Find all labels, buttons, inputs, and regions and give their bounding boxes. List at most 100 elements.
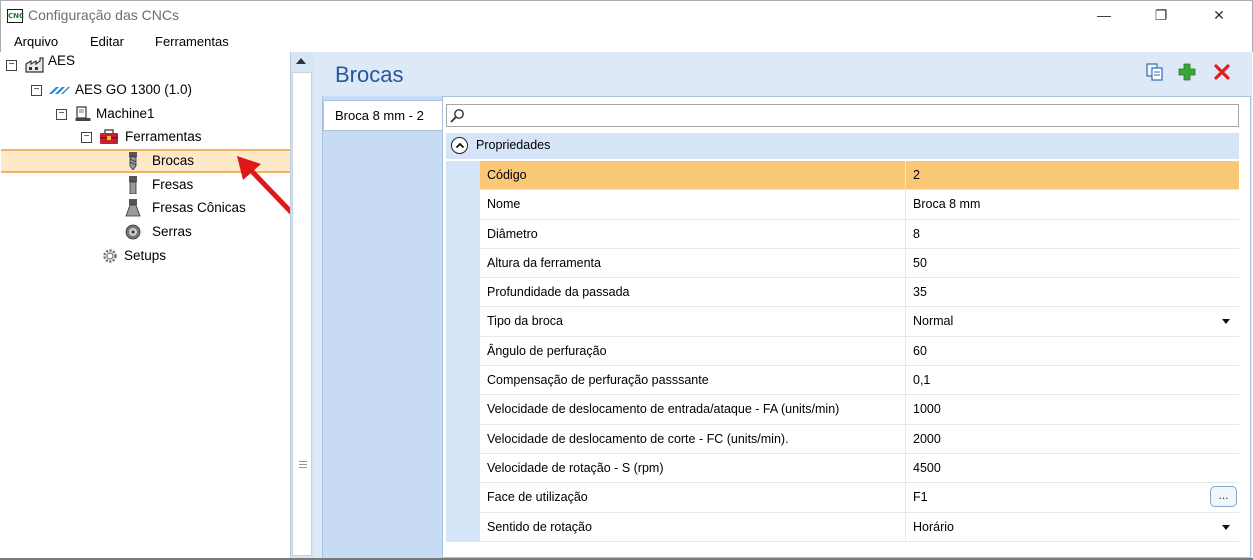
tree-item-aes-go-1300[interactable]: − AES GO 1300 (1.0) — [31, 79, 231, 101]
add-icon[interactable] — [1178, 63, 1196, 81]
window-title: Configuração das CNCs — [28, 7, 179, 23]
scroll-up-icon[interactable] — [296, 58, 306, 64]
properties-panel: Brocas Broca 8 mm - 2 Propriedades Códig… — [314, 52, 1252, 558]
property-name: Profundidade da passada — [480, 278, 906, 308]
property-value[interactable]: 2000 — [906, 425, 1239, 454]
factory-icon — [25, 57, 44, 73]
tab-strip: Broca 8 mm - 2 — [322, 96, 445, 558]
tree-item-ferramentas[interactable]: − Ferramentas — [81, 126, 231, 148]
tree-scrollbar[interactable] — [290, 52, 314, 558]
close-button[interactable]: ✕ — [1196, 1, 1242, 32]
search-input[interactable] — [446, 104, 1239, 127]
machine-icon — [75, 106, 91, 121]
tree-item-machine1[interactable]: − Machine1 — [56, 103, 206, 125]
collapse-toggle-icon[interactable]: − — [81, 132, 92, 143]
tree-item-brocas[interactable]: Brocas — [125, 150, 245, 172]
property-row-profundidade[interactable]: Profundidade da passada 35 — [446, 278, 1239, 308]
property-row-codigo[interactable]: Código 2 — [446, 161, 1239, 191]
property-value-dropdown[interactable]: Normal — [906, 307, 1239, 337]
menu-arquivo[interactable]: Arquivo — [14, 34, 58, 49]
property-row-angulo[interactable]: Ângulo de perfuração 60 — [446, 336, 1239, 367]
property-row-sentido[interactable]: Sentido de rotação Horário — [446, 512, 1239, 542]
property-value[interactable]: 8 — [906, 220, 1239, 249]
row-gutter — [446, 395, 480, 425]
category-propriedades[interactable]: Propriedades — [446, 133, 1239, 159]
row-gutter — [446, 512, 480, 542]
toolbox-icon — [100, 129, 118, 144]
property-value[interactable]: 35 — [906, 278, 1239, 308]
menu-bar: Arquivo Editar Ferramentas — [0, 32, 1253, 52]
collapse-toggle-icon[interactable]: − — [6, 60, 17, 71]
panel-title: Brocas — [335, 62, 404, 87]
minimize-button[interactable]: — — [1081, 1, 1127, 32]
tree-item-aes[interactable]: − AES — [6, 53, 126, 76]
property-row-altura[interactable]: Altura da ferramenta 50 — [446, 248, 1239, 279]
row-gutter — [446, 424, 480, 454]
property-name: Velocidade de deslocamento de corte - FC… — [480, 424, 906, 454]
row-gutter — [446, 190, 480, 220]
property-value[interactable]: Broca 8 mm — [906, 190, 1239, 220]
property-row-velocidade-fc[interactable]: Velocidade de deslocamento de corte - FC… — [446, 424, 1239, 454]
property-row-compensacao[interactable]: Compensação de perfuração passsante 0,1 — [446, 366, 1239, 396]
property-value-editor[interactable]: F1 ... — [906, 483, 1239, 513]
tree-item-setups[interactable]: Setups — [101, 245, 221, 267]
property-value[interactable]: 0,1 — [906, 366, 1239, 396]
dropdown-arrow-icon[interactable] — [1222, 524, 1230, 530]
scroll-thumb[interactable] — [292, 72, 312, 556]
property-value: F1 — [913, 490, 928, 505]
tree-item-serras[interactable]: Serras — [125, 221, 245, 243]
tree-item-fresas[interactable]: Fresas — [125, 174, 245, 196]
search-icon — [450, 109, 464, 123]
property-value[interactable]: 50 — [906, 249, 1239, 279]
maximize-button[interactable]: ❐ — [1138, 1, 1184, 32]
scroll-grip-icon — [299, 461, 307, 468]
delete-icon[interactable] — [1213, 63, 1231, 81]
menu-ferramentas[interactable]: Ferramentas — [155, 34, 229, 49]
category-label: Propriedades — [476, 138, 551, 152]
property-grid: Propriedades Código 2 Nome Broca 8 mm Di… — [442, 96, 1251, 558]
property-name: Face de utilização — [480, 483, 906, 513]
machine-brand-icon — [49, 87, 70, 94]
row-gutter — [446, 307, 480, 337]
collapse-chevron-icon[interactable] — [451, 137, 468, 154]
property-name: Velocidade de rotação - S (rpm) — [480, 453, 906, 484]
property-row-nome[interactable]: Nome Broca 8 mm — [446, 190, 1239, 220]
tree-item-label: AES GO 1300 (1.0) — [75, 82, 193, 97]
property-name: Código — [480, 161, 906, 191]
tree-item-label: AES — [48, 53, 76, 68]
property-name: Altura da ferramenta — [480, 248, 906, 279]
dropdown-selected-value: Horário — [913, 519, 954, 534]
property-name: Compensação de perfuração passsante — [480, 366, 906, 396]
copy-icon[interactable] — [1146, 63, 1164, 81]
gear-icon — [103, 249, 117, 263]
property-row-velocidade-fa[interactable]: Velocidade de deslocamento de entrada/at… — [446, 395, 1239, 425]
dropdown-selected-value: Normal — [913, 314, 954, 329]
row-gutter — [446, 366, 480, 396]
property-name: Tipo da broca — [480, 307, 906, 337]
property-value-dropdown[interactable]: Horário — [906, 513, 1239, 542]
drill-bit-icon — [129, 152, 137, 170]
property-value[interactable]: 1000 — [906, 395, 1239, 425]
collapse-toggle-icon[interactable]: − — [31, 85, 42, 96]
row-gutter — [446, 219, 480, 249]
dropdown-arrow-icon[interactable] — [1222, 319, 1230, 325]
saw-icon — [125, 224, 141, 240]
menu-editar[interactable]: Editar — [90, 34, 124, 49]
tree-item-label: Ferramentas — [125, 129, 202, 144]
collapse-toggle-icon[interactable]: − — [56, 109, 67, 120]
title-bar: CNC Configuração das CNCs — ❐ ✕ — [0, 0, 1253, 32]
property-value[interactable]: 4500 — [906, 454, 1239, 484]
tab-broca-8mm-2[interactable]: Broca 8 mm - 2 — [323, 100, 445, 131]
property-value[interactable]: 2 — [906, 161, 1239, 191]
ellipsis-button[interactable]: ... — [1210, 486, 1237, 508]
tree-item-label: Brocas — [152, 153, 195, 168]
property-row-tipo-broca[interactable]: Tipo da broca Normal — [446, 307, 1239, 337]
conical-mill-icon — [125, 199, 141, 217]
property-row-face[interactable]: Face de utilização F1 ... — [446, 483, 1239, 513]
property-value[interactable]: 60 — [906, 337, 1239, 367]
property-row-diametro[interactable]: Diâmetro 8 — [446, 219, 1239, 249]
property-row-velocidade-rotacao[interactable]: Velocidade de rotação - S (rpm) 4500 — [446, 453, 1239, 484]
property-rows: Código 2 Nome Broca 8 mm Diâmetro 8 Altu… — [446, 161, 1239, 542]
property-name: Ângulo de perfuração — [480, 336, 906, 367]
row-gutter — [446, 453, 480, 484]
